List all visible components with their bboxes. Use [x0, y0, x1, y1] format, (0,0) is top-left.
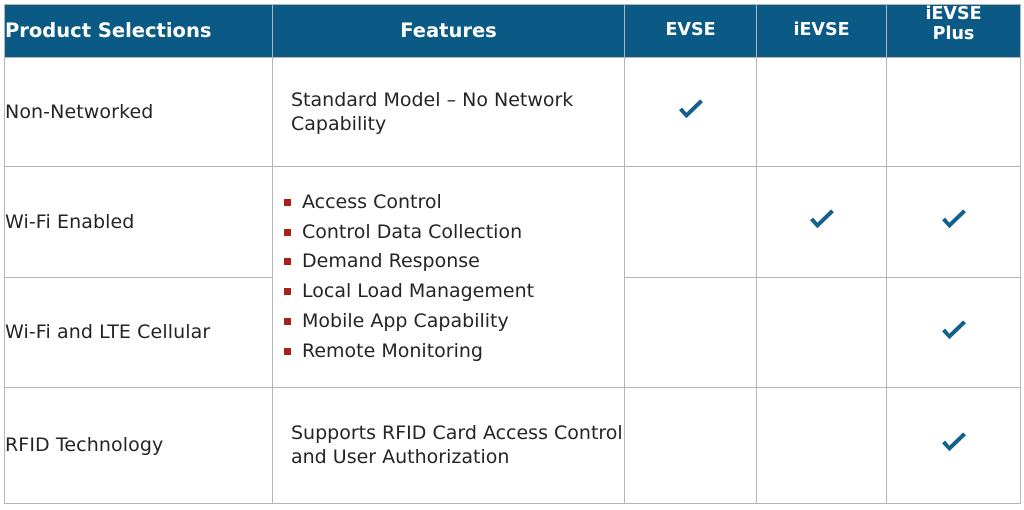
cell-ievse-wifi-enabled — [756, 166, 887, 279]
cell-ievse-plus-rfid — [886, 386, 1021, 505]
cell-evse-rfid — [624, 386, 757, 505]
product-cell-wifi-lte-cellular: Wi-Fi and LTE Cellular — [4, 277, 273, 388]
check-icon — [939, 430, 969, 456]
cell-ievse-wifi-lte — [756, 277, 887, 388]
product-comparison-table-container: Product Selections Features EVSE iEVSE i… — [0, 0, 1024, 510]
check-icon — [939, 318, 969, 344]
bullet-square-icon — [284, 198, 291, 206]
list-item-label: Mobile App Capability — [302, 310, 509, 333]
list-item-label: Remote Monitoring — [302, 340, 483, 363]
product-comparison-table: Product Selections Features EVSE iEVSE i… — [4, 3, 1021, 505]
table-row: Wi-Fi Enabled Access Control Control Dat… — [4, 166, 1021, 388]
table-header: Product Selections Features EVSE iEVSE i… — [4, 3, 1021, 59]
list-item-label: Control Data Collection — [302, 220, 523, 243]
column-header-evse: EVSE — [624, 3, 757, 59]
feature-bullet-list: Access Control Control Data Collection D… — [273, 189, 624, 366]
table-header-row: Product Selections Features EVSE iEVSE i… — [4, 3, 1021, 59]
list-item: Demand Response — [283, 248, 624, 275]
column-header-product-selections: Product Selections — [4, 3, 273, 59]
cell-evse-wifi-lte — [624, 277, 757, 388]
bullet-square-icon — [284, 318, 291, 326]
cell-ievse-non-networked — [756, 57, 887, 168]
column-header-ievse-plus: iEVSE Plus — [886, 3, 1021, 59]
cell-ievse-rfid — [756, 386, 887, 505]
bullet-square-icon — [284, 288, 291, 296]
column-header-ievse-plus-line1: iEVSE — [925, 4, 982, 24]
list-item-label: Access Control — [302, 190, 442, 213]
product-cell-wifi-enabled: Wi-Fi Enabled — [4, 166, 273, 279]
product-cell-non-networked: Non-Networked — [4, 57, 273, 168]
column-header-features: Features — [272, 3, 625, 59]
cell-ievse-plus-wifi-enabled — [886, 166, 1021, 279]
check-icon — [676, 97, 706, 123]
list-item: Local Load Management — [283, 278, 624, 305]
product-cell-rfid-technology: RFID Technology — [4, 386, 273, 505]
list-item-label: Demand Response — [302, 250, 480, 273]
cell-evse-wifi-enabled — [624, 166, 757, 279]
cell-ievse-plus-wifi-lte — [886, 277, 1021, 388]
list-item: Access Control — [283, 189, 624, 216]
table-body: Non-Networked Standard Model – No Networ… — [4, 57, 1021, 505]
table-row: Non-Networked Standard Model – No Networ… — [4, 57, 1021, 168]
check-icon — [939, 207, 969, 233]
column-header-ievse-plus-line2: Plus — [932, 23, 975, 44]
list-item-label: Local Load Management — [302, 280, 535, 303]
feature-cell-standard-model: Standard Model – No Network Capability — [272, 57, 625, 168]
bullet-square-icon — [284, 348, 291, 356]
feature-cell-connected-features: Access Control Control Data Collection D… — [272, 166, 625, 388]
cell-evse-non-networked — [624, 57, 757, 168]
bullet-square-icon — [284, 228, 291, 236]
list-item: Mobile App Capability — [283, 308, 624, 335]
table-row: RFID Technology Supports RFID Card Acces… — [4, 386, 1021, 505]
list-item: Control Data Collection — [283, 219, 624, 246]
feature-cell-rfid-support: Supports RFID Card Access Control and Us… — [272, 386, 625, 505]
check-icon — [807, 207, 837, 233]
bullet-square-icon — [284, 258, 291, 266]
list-item: Remote Monitoring — [283, 338, 624, 365]
cell-ievse-plus-non-networked — [886, 57, 1021, 168]
column-header-ievse: iEVSE — [756, 3, 887, 59]
